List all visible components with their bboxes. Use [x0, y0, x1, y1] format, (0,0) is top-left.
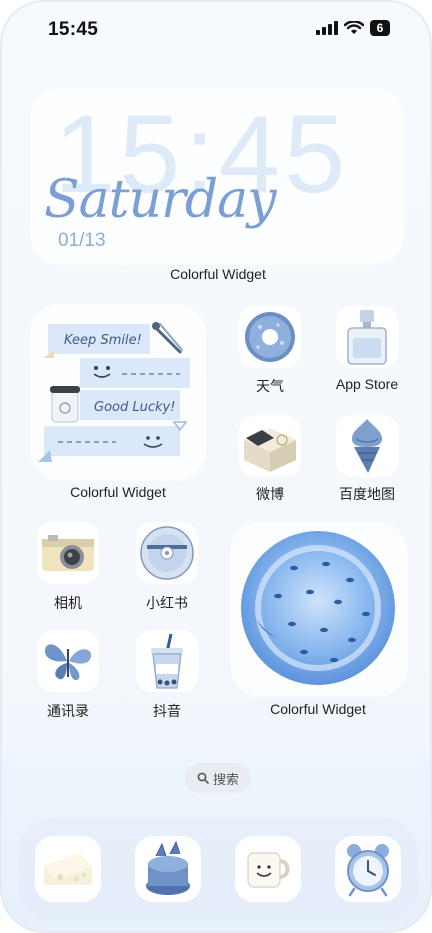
home-screen: 15:45 6 15:45 Saturday 01/13 Colorful Wi…: [0, 0, 432, 933]
search-button[interactable]: 搜索: [185, 763, 251, 793]
app-xiaohongshu[interactable]: [136, 522, 198, 584]
donut-icon: [245, 312, 295, 362]
butterfly-icon: [45, 644, 92, 681]
ice-cream-icon: [352, 419, 382, 473]
blue-bubble-icon: [241, 531, 395, 685]
app-camera[interactable]: [37, 522, 99, 584]
status-bar: 15:45 6: [2, 2, 430, 54]
perfume-icon: [347, 310, 387, 365]
clock-date: 01/13: [58, 230, 106, 251]
drink-icon: [151, 633, 183, 689]
cheese-icon: [44, 853, 92, 885]
smile-widget[interactable]: Keep Smile! Good Lucky!: [30, 304, 206, 480]
wifi-icon: [344, 21, 364, 34]
alarm-clock-icon: [347, 844, 389, 897]
app-baidu-map[interactable]: [336, 415, 398, 477]
cake-icon: [146, 840, 190, 895]
app-contacts[interactable]: [37, 630, 99, 692]
app-weibo[interactable]: [239, 415, 301, 477]
mug-icon: [247, 852, 290, 888]
dock-app-4[interactable]: [335, 836, 401, 902]
app-app-store[interactable]: [336, 306, 398, 368]
camera-icon: [42, 535, 94, 571]
search-label: 搜索: [212, 771, 239, 787]
search-icon: [197, 772, 209, 784]
app-xiaohongshu-label: 小红书: [146, 595, 188, 611]
app-weather[interactable]: [239, 306, 301, 368]
clock-widget[interactable]: 15:45 Saturday 01/13: [30, 88, 404, 264]
app-camera-label: 相机: [54, 595, 82, 611]
app-baidu-map-label: 百度地图: [339, 486, 395, 502]
smile-line1: Keep Smile!: [64, 333, 142, 348]
app-contacts-label: 通讯录: [47, 703, 89, 719]
battery-icon: 6: [370, 20, 390, 36]
app-app-store-label: App Store: [335, 376, 399, 392]
smile-line2: Good Lucky!: [94, 400, 176, 415]
app-weibo-label: 微博: [256, 486, 284, 502]
app-douyin[interactable]: [136, 630, 198, 692]
dock-app-3[interactable]: [235, 836, 301, 902]
bubble-widget[interactable]: [230, 522, 408, 696]
bubble-widget-label: Colorful Widget: [270, 701, 366, 717]
cd-icon: [140, 526, 194, 580]
dock-app-2[interactable]: [135, 836, 201, 902]
clock-widget-label: Colorful Widget: [170, 266, 266, 282]
clock-day: Saturday: [44, 170, 277, 230]
app-douyin-label: 抖音: [153, 703, 181, 719]
smile-widget-art: [38, 322, 190, 462]
status-icons: 6: [316, 20, 390, 36]
dock-app-1[interactable]: [35, 836, 101, 902]
box-icon: [244, 428, 296, 472]
app-weather-label: 天气: [256, 378, 284, 394]
status-time: 15:45: [48, 19, 99, 40]
signal-icon: [316, 21, 338, 35]
smile-widget-label: Colorful Widget: [70, 484, 166, 500]
